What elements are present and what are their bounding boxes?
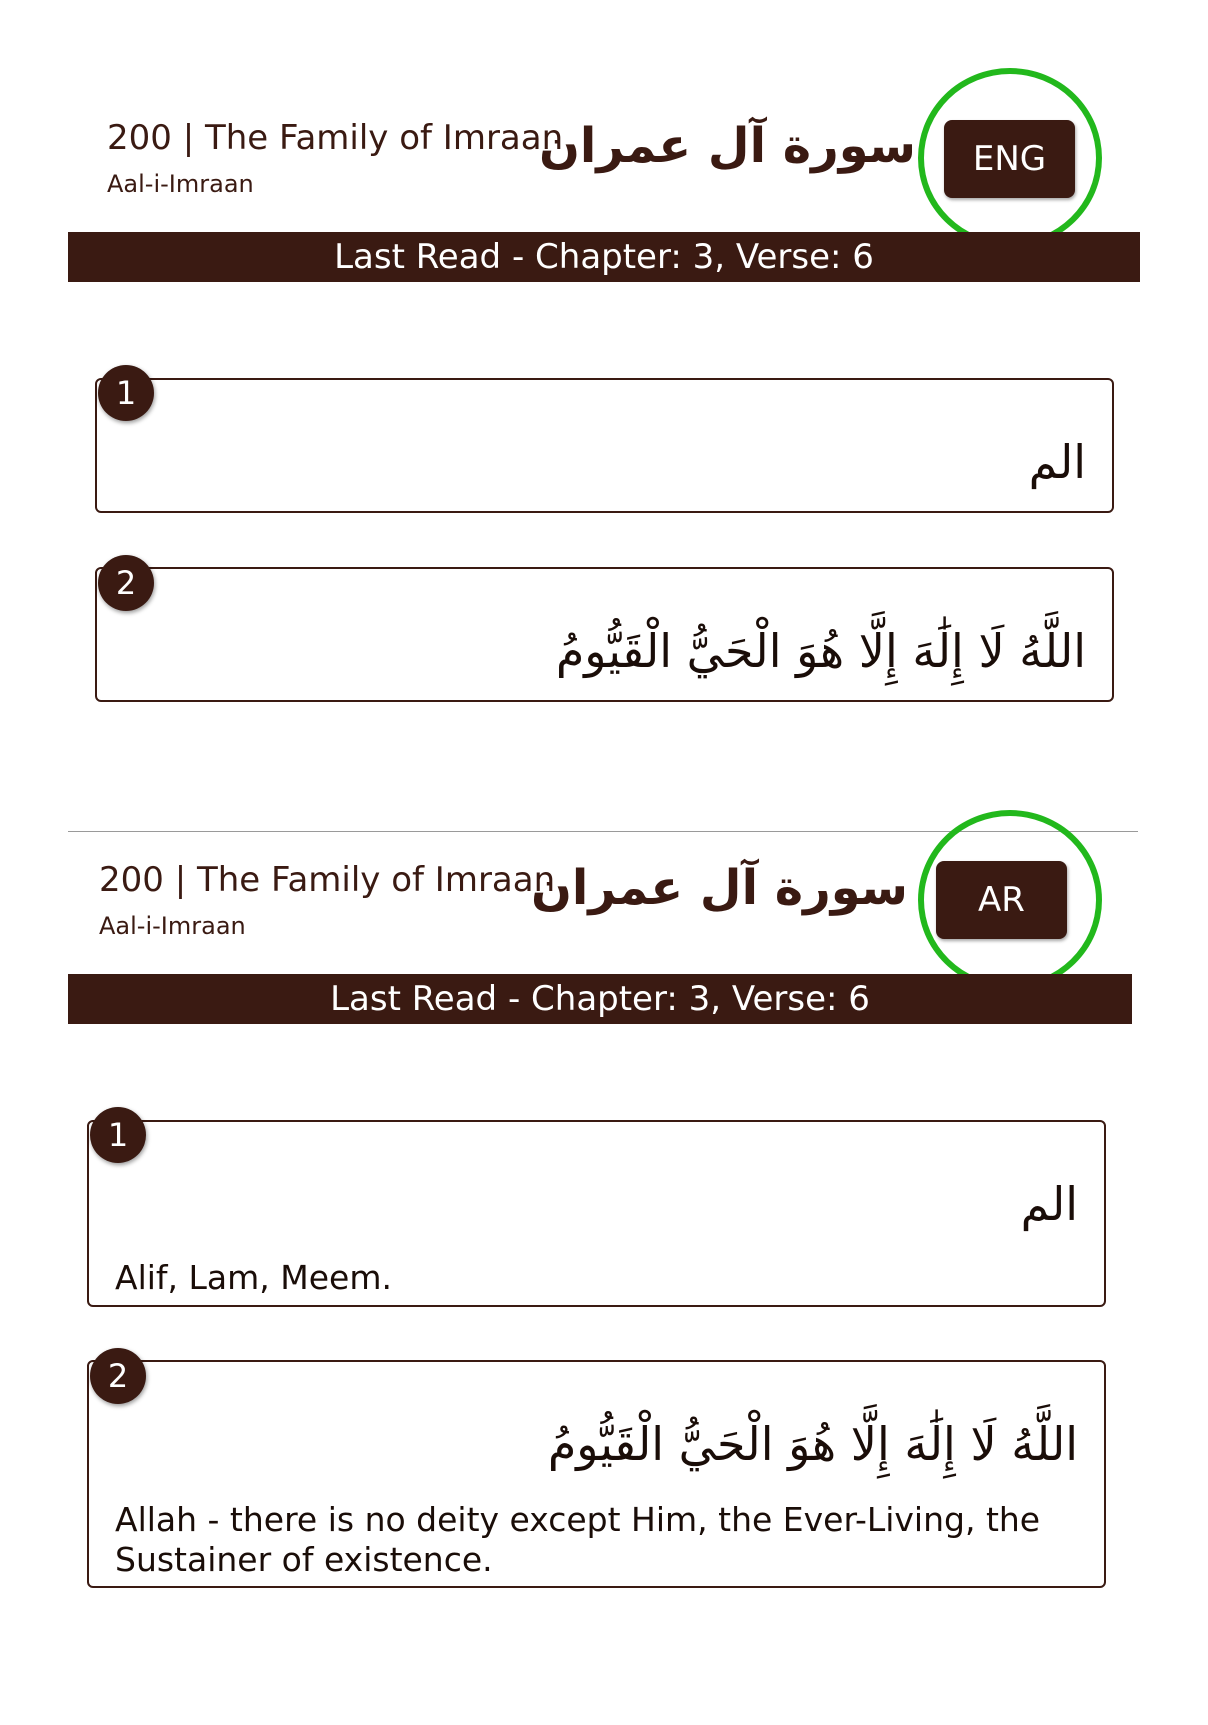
verse-translation-text: Alif, Lam, Meem. (115, 1258, 392, 1297)
last-read-bar[interactable]: Last Read - Chapter: 3, Verse: 6 (68, 974, 1132, 1024)
verse-arabic-text: الم (1020, 1177, 1078, 1231)
verse-number-badge: 2 (90, 1348, 146, 1404)
surah-subtitle: Aal-i-Imraan (99, 912, 246, 940)
surah-title: 200 | The Family of Imraan (99, 860, 556, 900)
verse-arabic-text: اللَّهُ لَا إِلَٰهَ إِلَّا هُوَ الْحَيُّ… (555, 624, 1086, 678)
highlight-circle (918, 810, 1102, 990)
verse-translation-text: Allah - there is no deity except Him, th… (115, 1500, 1041, 1579)
verse-card[interactable]: اللَّهُ لَا إِلَٰهَ إِلَّا هُوَ الْحَيُّ… (95, 567, 1114, 702)
verse-card[interactable]: اللَّهُ لَا إِلَٰهَ إِلَّا هُوَ الْحَيُّ… (87, 1360, 1106, 1588)
verse-arabic-text: الم (1028, 435, 1086, 489)
surah-subtitle: Aal-i-Imraan (107, 170, 254, 198)
verse-card[interactable]: الم (95, 378, 1114, 513)
surah-arabic-title: سورة آل عمران (530, 860, 908, 916)
verse-arabic-text: اللَّهُ لَا إِلَٰهَ إِلَّا هُوَ الْحَيُّ… (547, 1417, 1078, 1471)
verse-number-badge: 2 (98, 555, 154, 611)
verse-number-badge: 1 (90, 1107, 146, 1163)
verse-number-badge: 1 (98, 365, 154, 421)
highlight-circle (918, 68, 1102, 248)
last-read-bar[interactable]: Last Read - Chapter: 3, Verse: 6 (68, 232, 1140, 282)
verse-card[interactable]: الم Alif, Lam, Meem. (87, 1120, 1106, 1307)
surah-arabic-title: سورة آل عمران (538, 118, 916, 174)
surah-title: 200 | The Family of Imraan (107, 118, 564, 158)
